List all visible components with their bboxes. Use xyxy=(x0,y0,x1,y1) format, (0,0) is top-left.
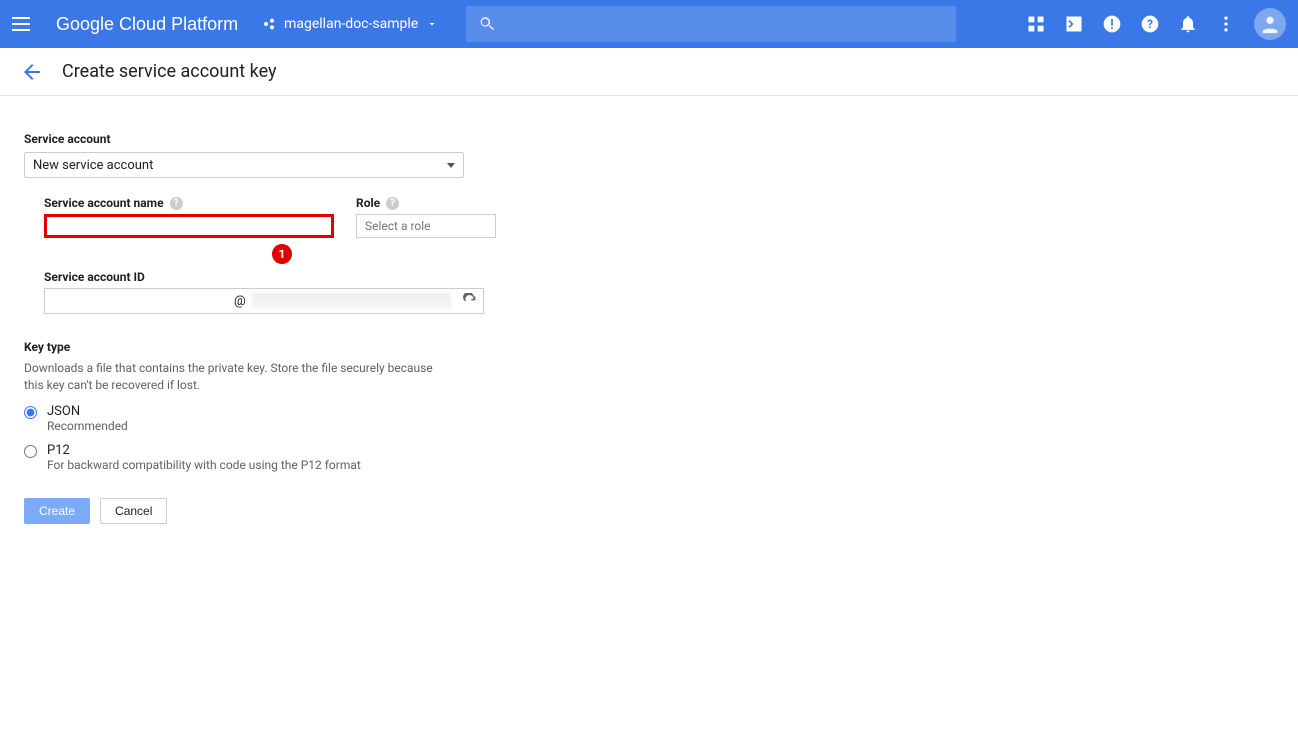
keytype-p12-desc: For backward compatibility with code usi… xyxy=(47,458,361,472)
keytype-p12-radio[interactable] xyxy=(24,445,37,458)
create-button[interactable]: Create xyxy=(24,498,90,524)
keytype-json-title: JSON xyxy=(47,404,128,419)
keytype-description: Downloads a file that contains the priva… xyxy=(24,360,444,394)
id-domain-blurred xyxy=(252,293,451,309)
help-icon[interactable]: ? xyxy=(386,197,399,210)
page-header: Create service account key xyxy=(0,48,1298,96)
service-account-name-input[interactable] xyxy=(44,214,334,238)
keytype-p12-option[interactable]: P12 For backward compatibility with code… xyxy=(24,443,496,472)
svg-text:?: ? xyxy=(1147,17,1153,31)
role-label: Role xyxy=(356,196,380,210)
keytype-json-radio[interactable] xyxy=(24,406,37,419)
service-account-id-field: @ xyxy=(44,288,484,314)
keytype-p12-title: P12 xyxy=(47,443,361,458)
service-account-select[interactable]: New service account xyxy=(24,152,464,178)
service-account-label: Service account xyxy=(24,132,496,146)
callout-badge-1: 1 xyxy=(272,244,292,264)
gift-icon[interactable] xyxy=(1026,14,1046,34)
project-name: magellan-doc-sample xyxy=(284,16,418,32)
page-title: Create service account key xyxy=(62,61,277,82)
account-avatar[interactable] xyxy=(1254,8,1286,40)
help-icon[interactable]: ? xyxy=(1140,14,1160,34)
refresh-button[interactable] xyxy=(457,289,483,313)
role-select[interactable]: Select a role xyxy=(356,214,496,238)
back-button[interactable] xyxy=(20,60,44,84)
header-icons: ? xyxy=(1026,14,1236,34)
notifications-icon[interactable] xyxy=(1178,14,1198,34)
chevron-down-icon xyxy=(426,18,438,30)
id-label: Service account ID xyxy=(44,270,145,284)
search-icon xyxy=(478,15,496,33)
person-icon xyxy=(1259,13,1281,35)
form: Service account New service account Serv… xyxy=(0,96,520,560)
topbar: Google Cloud Platform magellan-doc-sampl… xyxy=(0,0,1298,48)
keytype-json-desc: Recommended xyxy=(47,419,128,433)
project-icon xyxy=(262,16,278,32)
cancel-button[interactable]: Cancel xyxy=(100,498,167,524)
alert-icon[interactable] xyxy=(1102,14,1122,34)
name-label: Service account name xyxy=(44,196,164,210)
more-vert-icon[interactable] xyxy=(1216,14,1236,34)
service-account-id-input[interactable] xyxy=(45,289,234,313)
brand-title: Google Cloud Platform xyxy=(56,14,238,35)
role-placeholder: Select a role xyxy=(365,219,431,233)
refresh-icon xyxy=(462,293,478,309)
at-symbol: @ xyxy=(234,294,246,309)
arrow-back-icon xyxy=(20,60,44,84)
chevron-down-icon xyxy=(447,163,455,168)
keytype-label: Key type xyxy=(24,340,496,354)
keytype-json-option[interactable]: JSON Recommended xyxy=(24,404,496,433)
hamburger-menu-icon[interactable] xyxy=(12,12,36,36)
help-icon[interactable]: ? xyxy=(170,197,183,210)
service-account-value: New service account xyxy=(33,158,153,173)
search-box[interactable] xyxy=(466,6,956,42)
project-selector[interactable]: magellan-doc-sample xyxy=(262,16,438,32)
cloud-shell-icon[interactable] xyxy=(1064,14,1084,34)
